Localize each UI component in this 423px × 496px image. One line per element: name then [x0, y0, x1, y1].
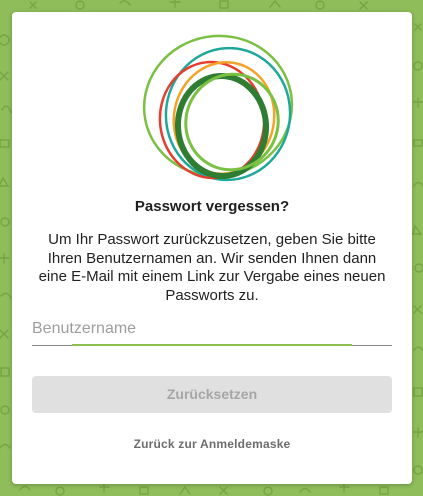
reset-button[interactable]: Zurücksetzen: [32, 376, 392, 413]
username-input[interactable]: [32, 314, 392, 344]
username-field-focus-line: [72, 344, 352, 346]
back-to-login-link[interactable]: Zurück zur Anmeldemaske: [12, 437, 412, 451]
instructions-text: Um Ihr Passwort zurückzusetzen, geben Si…: [38, 231, 386, 304]
page-title: Passwort vergessen?: [134, 198, 290, 215]
circles-logo-icon: [142, 34, 294, 182]
forgot-password-card: Passwort vergessen? Um Ihr Passwort zurü…: [12, 12, 412, 484]
username-field[interactable]: [32, 314, 392, 346]
